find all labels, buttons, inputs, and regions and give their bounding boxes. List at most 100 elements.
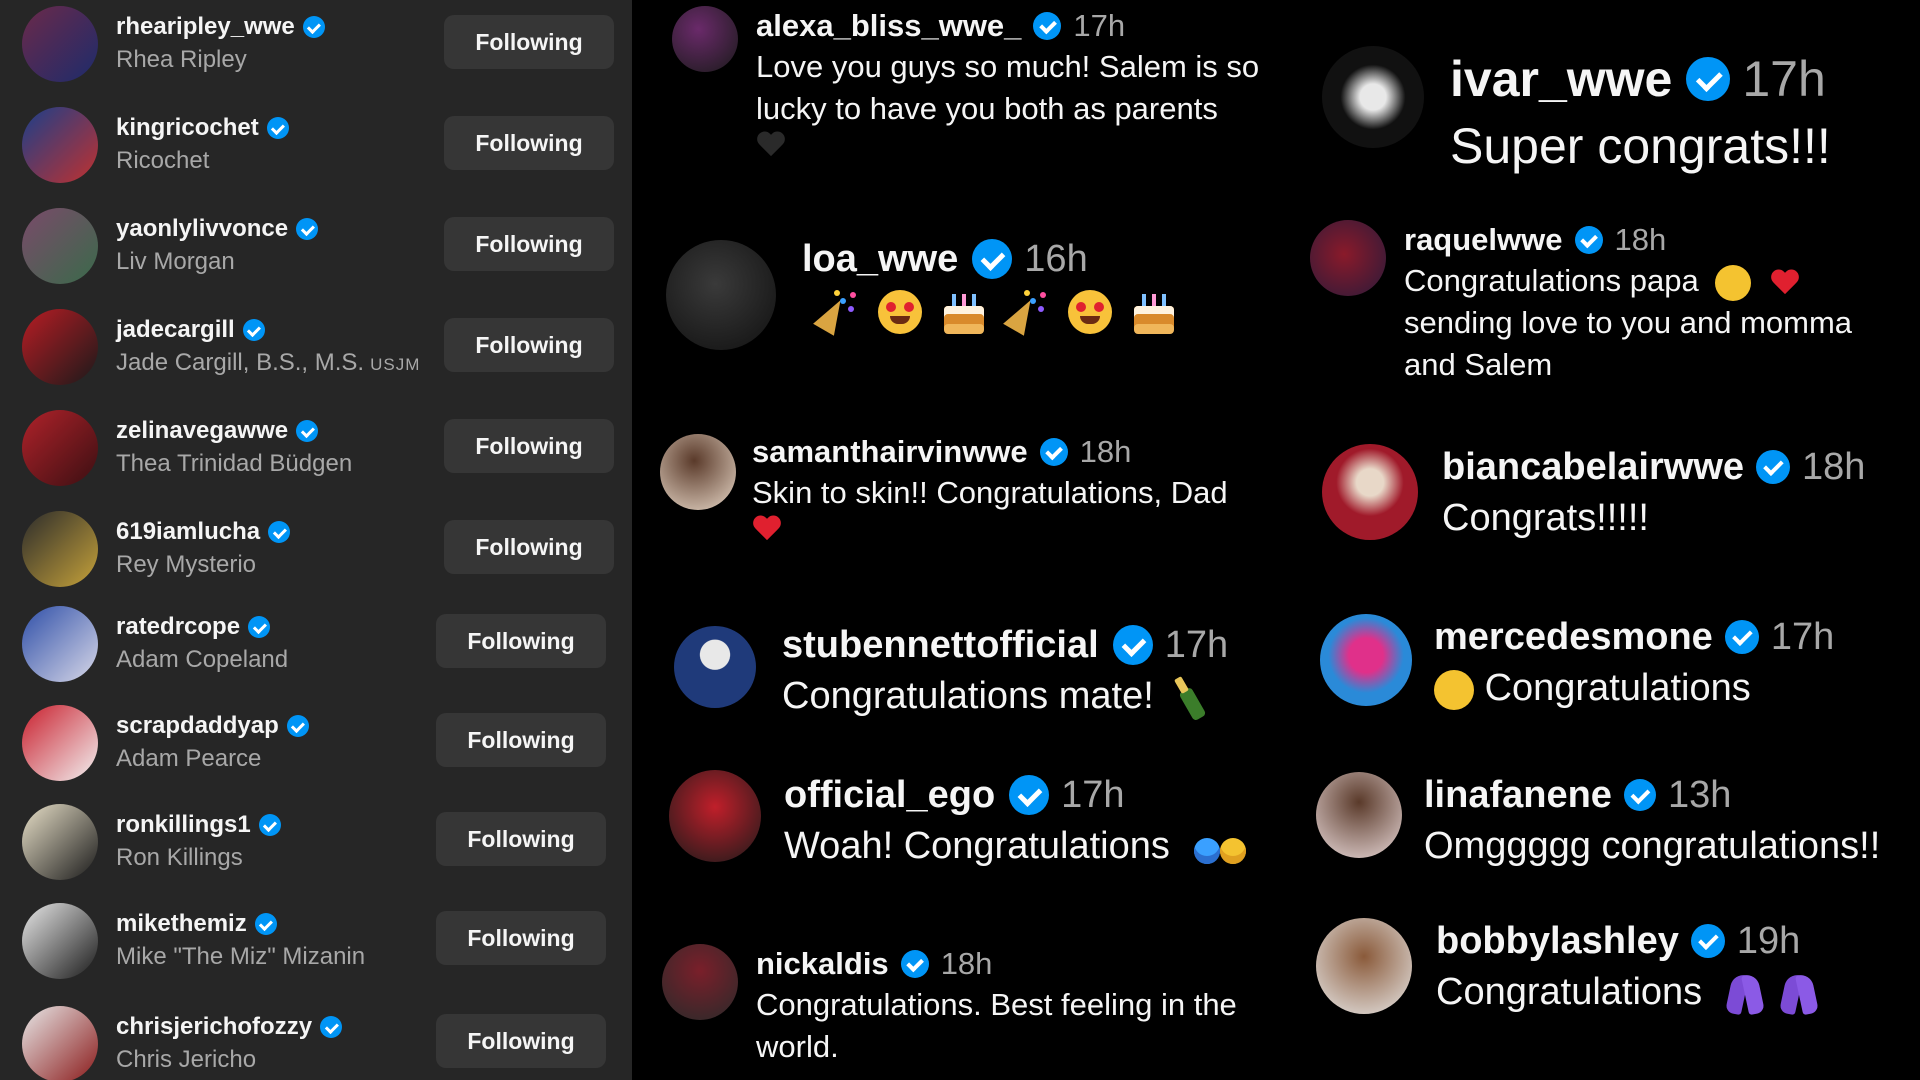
verified-badge-icon	[972, 239, 1013, 279]
display-name: Ricochet	[116, 147, 210, 174]
following-button[interactable]: Following	[436, 911, 606, 965]
avatar[interactable]	[22, 107, 98, 183]
following-button[interactable]: Following	[436, 1014, 606, 1068]
comment-username[interactable]: samanthairvinwwe	[752, 434, 1028, 470]
following-row[interactable]: kingricochet Ricochet Following	[0, 101, 632, 201]
avatar[interactable]	[22, 903, 98, 979]
comment-text: Congratulations papa	[1404, 263, 1699, 298]
following-row[interactable]: yaonlylivvonce Liv Morgan Following	[0, 202, 632, 302]
username[interactable]: ratedrcope	[116, 613, 240, 641]
avatar[interactable]	[22, 804, 98, 880]
following-button[interactable]: Following	[436, 713, 606, 767]
comment-username[interactable]: nickaldis	[756, 946, 889, 982]
comment-text: Congratulations	[1436, 971, 1703, 1013]
username[interactable]: ronkillings1	[116, 811, 251, 839]
following-row[interactable]: zelinavegawwe Thea Trinidad Büdgen Follo…	[0, 404, 632, 504]
avatar[interactable]	[22, 1006, 98, 1080]
comment: stubennettofficial 17h Congratulations ma…	[660, 620, 1280, 730]
comment-timestamp: 17h	[1164, 623, 1229, 666]
following-button[interactable]: Following	[444, 15, 614, 69]
avatar[interactable]	[672, 6, 738, 72]
avatar[interactable]	[674, 626, 756, 708]
comment-timestamp: 18h	[940, 946, 993, 981]
avatar[interactable]	[1310, 220, 1386, 296]
username[interactable]: 619iamlucha	[116, 518, 260, 546]
avatar[interactable]	[1316, 918, 1412, 1014]
comment-username[interactable]: linafanene	[1424, 774, 1612, 817]
following-row[interactable]: chrisjerichofozzy Chris Jericho Followin…	[0, 1000, 632, 1080]
avatar[interactable]	[22, 705, 98, 781]
avatar[interactable]	[669, 770, 761, 862]
avatar[interactable]	[22, 6, 98, 82]
following-row[interactable]: ratedrcope Adam Copeland Following	[0, 600, 632, 700]
avatar[interactable]	[1322, 444, 1418, 540]
username[interactable]: zelinavegawwe	[116, 417, 288, 445]
verified-badge-icon	[1756, 450, 1791, 484]
heart-eyes-face-icon	[1434, 669, 1474, 710]
following-button[interactable]: Following	[444, 520, 614, 574]
avatar[interactable]	[1322, 46, 1424, 148]
username[interactable]: yaonlylivvonce	[116, 215, 288, 243]
comment-text: Omggggg congratulations!!	[1424, 825, 1881, 867]
comment-timestamp: 13h	[1667, 773, 1732, 816]
comment-username[interactable]: raquelwwe	[1404, 222, 1563, 258]
following-row[interactable]: ronkillings1 Ron Killings Following	[0, 798, 632, 898]
username[interactable]: kingricochet	[116, 114, 259, 142]
comment: loa_wwe 16h	[660, 228, 1280, 368]
verified-badge-icon	[1033, 12, 1062, 40]
comment-text: Super congrats!!!	[1450, 118, 1831, 174]
avatar[interactable]	[662, 944, 738, 1020]
black-heart-icon	[756, 130, 786, 160]
verified-badge-icon	[1112, 625, 1153, 665]
following-row[interactable]: 619iamlucha Rey Mysterio Following	[0, 505, 632, 605]
following-button[interactable]: Following	[436, 812, 606, 866]
comment-username[interactable]: official_ego	[784, 774, 995, 817]
display-name: Mike "The Miz" Mizanin	[116, 943, 366, 970]
avatar[interactable]	[22, 606, 98, 682]
name-suffix: USJM	[370, 355, 421, 374]
verified-badge-icon	[254, 913, 277, 935]
partying-face-icon	[878, 290, 922, 334]
following-button[interactable]: Following	[444, 318, 614, 372]
following-row[interactable]: scrapdaddyap Adam Pearce Following	[0, 699, 632, 799]
comment-username[interactable]: biancabelairwwe	[1442, 446, 1744, 489]
verified-badge-icon	[1724, 620, 1759, 654]
username[interactable]: jadecargill	[116, 316, 235, 344]
following-button[interactable]: Following	[436, 614, 606, 668]
birthday-cake-icon	[1130, 290, 1178, 334]
avatar[interactable]	[22, 309, 98, 385]
avatar[interactable]	[1320, 614, 1412, 706]
following-button[interactable]: Following	[444, 217, 614, 271]
following-row[interactable]: jadecargill Jade Cargill, B.S., M.S. USJM…	[0, 303, 632, 403]
comment-username[interactable]: mercedesmone	[1434, 616, 1713, 659]
avatar[interactable]	[22, 410, 98, 486]
comment-username[interactable]: alexa_bliss_wwe_	[756, 8, 1021, 44]
following-row[interactable]: rhearipley_wwe Rhea Ripley Following	[0, 0, 632, 100]
display-name-text: Jade Cargill, B.S., M.S.	[116, 349, 365, 376]
avatar[interactable]	[1316, 772, 1402, 858]
username[interactable]: chrisjerichofozzy	[116, 1013, 312, 1041]
folded-hands-icon	[1779, 972, 1819, 1016]
comment-username[interactable]: ivar_wwe	[1450, 50, 1672, 108]
comment-text: Congratulations mate!	[782, 675, 1154, 717]
avatar[interactable]	[660, 434, 736, 510]
comment: biancabelairwwe 18h Congrats!!!!!	[1310, 442, 1910, 572]
comment-username[interactable]: loa_wwe	[802, 238, 958, 281]
verified-badge-icon	[242, 319, 265, 341]
verified-badge-icon	[320, 1016, 343, 1038]
avatar[interactable]	[22, 208, 98, 284]
following-button[interactable]: Following	[444, 116, 614, 170]
display-name: Thea Trinidad Büdgen	[116, 450, 353, 477]
following-button[interactable]: Following	[444, 419, 614, 473]
party-popper-icon	[1006, 290, 1050, 334]
username[interactable]: rhearipley_wwe	[116, 13, 295, 41]
comment-username[interactable]: bobbylashley	[1436, 920, 1679, 963]
comment-username[interactable]: stubennettofficial	[782, 624, 1099, 667]
username[interactable]: mikethemiz	[116, 910, 247, 938]
avatar[interactable]	[22, 511, 98, 587]
following-row[interactable]: mikethemiz Mike "The Miz" Mizanin Follow…	[0, 897, 632, 997]
username[interactable]: scrapdaddyap	[116, 712, 279, 740]
folded-hands-icon	[1725, 972, 1765, 1016]
avatar[interactable]	[666, 240, 776, 350]
comment-timestamp: 18h	[1802, 445, 1866, 488]
